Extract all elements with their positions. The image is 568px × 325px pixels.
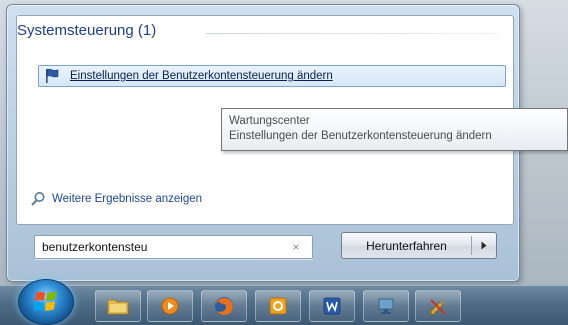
word-icon — [323, 297, 341, 315]
result-item-label: Einstellungen der Benutzerkontensteuerun… — [70, 70, 333, 82]
flag-icon — [44, 66, 66, 86]
outlook-icon — [269, 297, 287, 315]
shutdown-button[interactable]: Herunterfahren — [341, 232, 497, 259]
tooltip-line-description: Einstellungen der Benutzerkontensteuerun… — [229, 130, 492, 142]
firefox-icon — [215, 297, 233, 315]
search-input[interactable]: benutzerkontensteu × — [34, 235, 313, 259]
results-group-title: Systemsteuerung (1) — [17, 22, 157, 39]
folder-icon — [107, 299, 129, 315]
taskbar-outlook-button[interactable] — [255, 290, 301, 322]
taskbar-word-button[interactable] — [309, 290, 355, 322]
start-button[interactable] — [18, 279, 74, 325]
taskbar-tools-button[interactable] — [415, 290, 461, 322]
more-results-link[interactable]: Weitere Ergebnisse anzeigen — [30, 191, 202, 207]
tooltip: Wartungscenter Einstellungen der Benutze… — [221, 108, 568, 151]
tooltip-line-category: Wartungscenter — [229, 115, 310, 127]
windows-logo-icon — [34, 291, 57, 311]
taskbar-media-player-button[interactable] — [147, 290, 193, 322]
tools-icon — [429, 298, 447, 316]
group-divider — [206, 33, 498, 34]
clear-search-icon[interactable]: × — [287, 238, 305, 256]
result-item-uac-settings[interactable]: Einstellungen der Benutzerkontensteuerun… — [38, 65, 506, 87]
more-results-label: Weitere Ergebnisse anzeigen — [52, 193, 203, 205]
shutdown-options-arrow-icon[interactable] — [472, 233, 496, 258]
taskbar-explorer-button[interactable] — [95, 290, 141, 322]
taskbar-network-button[interactable] — [363, 290, 409, 322]
media-player-icon — [161, 297, 179, 315]
taskbar-firefox-button[interactable] — [201, 290, 247, 322]
shutdown-label: Herunterfahren — [366, 238, 447, 253]
search-input-value: benutzerkontensteu — [42, 240, 148, 254]
network-icon — [378, 298, 394, 314]
search-icon — [30, 191, 48, 207]
